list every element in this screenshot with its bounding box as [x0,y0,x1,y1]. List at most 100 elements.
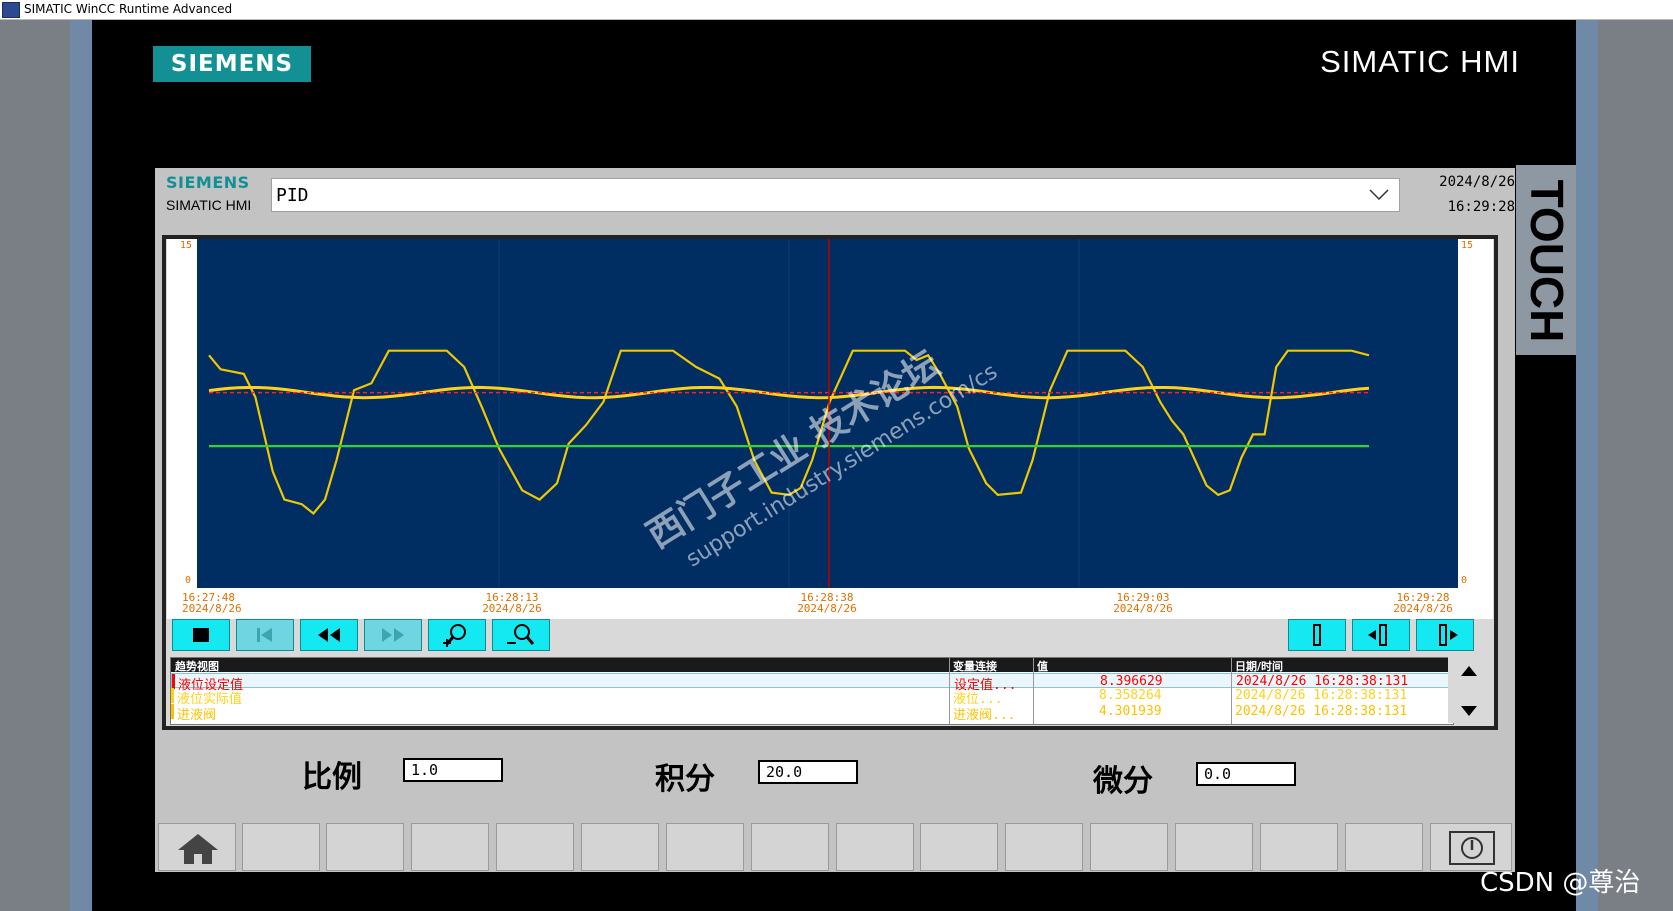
table-row[interactable]: 液位实际值 液位... 8.358264 2024/8/26 16:28:38:… [171,688,1453,707]
scroll-down-icon[interactable] [1460,705,1478,717]
rewind-icon [318,628,340,642]
home-icon [178,834,218,864]
row-datetime: 2024/8/26 16:28:38:131 [1235,704,1408,719]
table-row[interactable]: 进液阀 进液阀... 4.301939 2024/8/26 16:28:38:1… [171,704,1453,723]
trend-plot[interactable]: 西门子工业 技术论坛 support.industry.siemens.com/… [197,239,1458,588]
stop-button[interactable] [172,619,230,651]
function-key-2[interactable] [326,823,404,871]
y-axis-right: 15 0 [1458,239,1491,588]
chevron-down-icon [1369,189,1389,201]
i-input[interactable]: 20.0 [758,760,858,784]
y-axis-left: 15 0 [167,239,197,588]
header-tag: 变量连接 [953,660,997,673]
forward-icon [382,628,404,642]
touch-text: TOUCH [1521,179,1573,343]
zoom-out-icon [507,624,535,645]
app-icon [2,2,20,18]
header-trend: 趋势视图 [175,660,219,673]
to-start-button[interactable] [236,619,294,651]
ruler-back-icon [1368,624,1387,646]
y-max-right: 15 [1461,240,1474,251]
row-datetime: 2024/8/26 16:28:38:131 [1236,674,1409,689]
ruler-icon [1313,624,1321,646]
screen-logo: SIEMENS [166,173,250,192]
forward-button[interactable] [364,619,422,651]
column-divider [1033,658,1034,724]
row-tag: 进液阀... [953,708,1016,723]
siemens-logo: SIEMENS [153,46,311,82]
scroll-up-icon[interactable] [1460,665,1478,677]
bezel-left [70,20,92,911]
row-value: 8.396629 [1100,674,1163,689]
header-value: 值 [1037,660,1048,673]
column-divider [949,658,950,724]
row-value: 8.358264 [1099,688,1162,703]
x-tick-1: 16:28:13 2024/8/26 [467,592,557,614]
d-label: 微分 [1093,764,1153,799]
row-value: 4.301939 [1099,704,1162,719]
x-tick-0: 16:27:48 2024/8/26 [182,592,272,614]
device-model: SIMATIC HMI [1320,44,1520,79]
y-min-right: 0 [1461,575,1468,586]
x-tick-4: 16:29:28 2024/8/26 [1378,592,1468,614]
touch-label: TOUCH [1516,165,1576,355]
to-start-icon [257,628,272,642]
power-icon [1449,831,1495,865]
stop-icon [193,628,209,642]
x-tick-3-date: 2024/8/26 [1113,602,1173,615]
p-input[interactable]: 1.0 [403,758,503,782]
row-datetime: 2024/8/26 16:28:38:131 [1235,688,1408,703]
bezel-right [1576,20,1598,911]
ruler-back-button[interactable] [1352,619,1410,651]
function-key-5[interactable] [581,823,659,871]
function-key-3[interactable] [411,823,489,871]
time-display: 16:29:28 [1447,199,1515,215]
window-titlebar: SIMATIC WinCC Runtime Advanced [0,0,1673,20]
function-key-11[interactable] [1090,823,1168,871]
header-datetime: 日期/时间 [1235,660,1284,673]
row-name: 进液阀 [177,708,217,723]
zoom-out-button[interactable] [492,619,550,651]
x-tick-2: 16:28:38 2024/8/26 [782,592,872,614]
function-key-13[interactable] [1260,823,1338,871]
y-min-left: 0 [185,575,192,586]
function-key-8[interactable] [836,823,914,871]
x-tick-0-date: 2024/8/26 [182,602,242,615]
p-label: 比例 [302,760,362,795]
function-key-1[interactable] [242,823,320,871]
row-color-marker [171,704,174,719]
rewind-button[interactable] [300,619,358,651]
function-key-6[interactable] [666,823,744,871]
x-tick-3: 16:29:03 2024/8/26 [1098,592,1188,614]
column-divider [1231,658,1232,724]
csdn-watermark: CSDN @尊治 [1480,868,1641,898]
screen-selector-dropdown[interactable]: PID [271,178,1400,212]
home-button[interactable] [158,823,236,871]
row-color-marker [171,688,174,703]
table-header: 趋势视图 变量连接 值 日期/时间 [171,658,1453,673]
y-max-left: 15 [180,240,193,251]
function-key-14[interactable] [1345,823,1423,871]
zoom-in-button[interactable] [428,619,486,651]
d-input[interactable]: 0.0 [1196,762,1296,786]
screen-logo-sub: SIMATIC HMI [166,197,252,213]
function-key-12[interactable] [1175,823,1253,871]
ruler-forward-button[interactable] [1416,619,1474,651]
table-scrollbar[interactable] [1448,657,1490,723]
trend-value-table: 趋势视图 变量连接 值 日期/时间 液位设定值 设定值... 8.396629 … [170,657,1454,725]
zoom-in-icon [443,624,466,647]
date-display: 2024/8/26 [1439,174,1515,190]
i-label: 积分 [655,762,715,797]
function-key-10[interactable] [1005,823,1083,871]
row-color-marker [172,674,175,689]
function-key-4[interactable] [496,823,574,871]
x-tick-4-date: 2024/8/26 [1393,602,1453,615]
ruler-forward-icon [1439,624,1458,646]
function-key-9[interactable] [920,823,998,871]
table-row[interactable]: 液位设定值 设定值... 8.396629 2024/8/26 16:28:38… [171,673,1449,693]
x-tick-2-date: 2024/8/26 [797,602,857,615]
function-key-7[interactable] [751,823,829,871]
window-title: SIMATIC WinCC Runtime Advanced [24,2,233,16]
selector-value: PID [276,185,309,206]
ruler-button[interactable] [1288,619,1346,651]
